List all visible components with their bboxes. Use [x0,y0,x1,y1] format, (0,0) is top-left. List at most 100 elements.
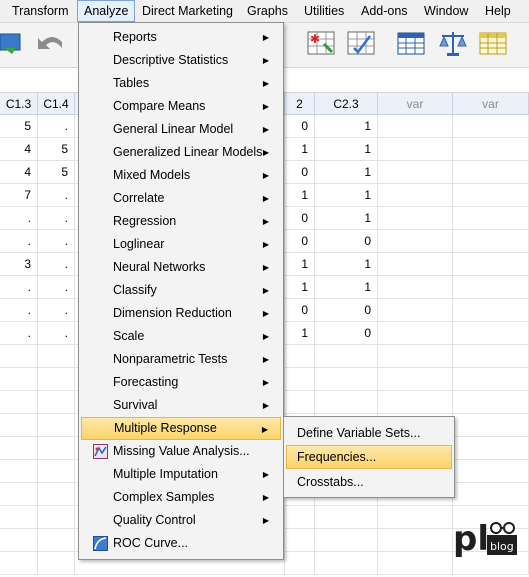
grid-cell[interactable]: . [0,276,38,299]
menu-analyze[interactable]: Analyze [77,0,136,22]
grid-cell[interactable]: 1 [315,276,378,299]
analyze-menu-item[interactable]: Scale ▶ [81,325,281,348]
grid-cell[interactable]: . [0,299,38,322]
column-header[interactable]: var [378,93,453,115]
grid-cell-empty[interactable] [453,276,529,299]
grid-cell[interactable]: 1 [315,138,378,161]
grid-cell-empty[interactable] [378,391,453,414]
grid-cell-empty[interactable] [378,345,453,368]
column-header[interactable]: 2 [285,93,315,115]
balance-icon[interactable] [438,28,468,58]
grid-cell[interactable]: . [38,253,75,276]
analyze-menu-item[interactable]: Neural Networks ▶ [81,256,281,279]
grid-cell[interactable]: 1 [285,276,315,299]
grid-cell-empty[interactable] [0,460,38,483]
grid-cell[interactable]: . [0,322,38,345]
analyze-menu-item[interactable]: Nonparametric Tests ▶ [81,348,281,371]
column-header[interactable]: C1.3 [0,93,38,115]
grid-cell[interactable]: 0 [285,230,315,253]
grid-cell-empty[interactable] [378,161,453,184]
grid-cell[interactable]: . [38,207,75,230]
grid-cell[interactable]: 1 [285,253,315,276]
grid-cell-empty[interactable] [285,506,315,529]
grid-cell[interactable]: 1 [285,184,315,207]
menu-window[interactable]: Window [418,0,474,22]
grid-cell-empty[interactable] [38,391,75,414]
grid-cell-empty[interactable] [453,138,529,161]
grid-cell-empty[interactable] [315,368,378,391]
value-labels-icon[interactable] [396,28,426,58]
grid-cell-empty[interactable] [0,529,38,552]
grid-cell-empty[interactable] [285,368,315,391]
grid-cell-empty[interactable] [378,184,453,207]
submenu-frequencies[interactable]: Frequencies... [286,445,452,469]
analyze-menu-item[interactable]: Compare Means ▶ [81,95,281,118]
menu-utilities[interactable]: Utilities [298,0,350,22]
grid-cell[interactable]: 5 [0,115,38,138]
grid-cell-empty[interactable] [0,391,38,414]
select-cases-icon[interactable]: ✱ [306,28,336,58]
analyze-menu-item[interactable]: Descriptive Statistics ▶ [81,49,281,72]
analyze-menu-item[interactable]: Classify ▶ [81,279,281,302]
grid-cell[interactable]: 3 [0,253,38,276]
grid-cell-empty[interactable] [38,552,75,575]
grid-cell-empty[interactable] [315,391,378,414]
grid-cell-empty[interactable] [38,529,75,552]
grid-cell-empty[interactable] [378,368,453,391]
grid-cell-empty[interactable] [453,437,529,460]
submenu-crosstabs[interactable]: Crosstabs... [286,470,452,494]
grid-cell-empty[interactable] [378,299,453,322]
analyze-menu-item[interactable]: Generalized Linear Models ▶ [81,141,281,164]
grid-cell-empty[interactable] [0,414,38,437]
grid-cell[interactable]: 7 [0,184,38,207]
undo-icon[interactable] [36,28,66,58]
analyze-menu-item[interactable]: Regression ▶ [81,210,281,233]
grid-cell[interactable]: 4 [0,138,38,161]
analyze-menu-item[interactable]: Correlate ▶ [81,187,281,210]
grid-cell[interactable]: . [0,207,38,230]
analyze-menu-item[interactable]: Quality Control ▶ [81,509,281,532]
analyze-menu-item[interactable]: Reports ▶ [81,26,281,49]
open-data-icon[interactable] [0,28,30,58]
grid-cell-empty[interactable] [0,506,38,529]
grid-cell[interactable]: 5 [38,138,75,161]
grid-cell-empty[interactable] [285,391,315,414]
analyze-menu-item[interactable]: Survival ▶ [81,394,281,417]
analyze-menu-item[interactable]: ROC Curve... [81,532,281,555]
grid-cell-empty[interactable] [453,184,529,207]
analyze-menu-item[interactable]: Missing Value Analysis... [81,440,281,463]
grid-cell[interactable]: 1 [285,322,315,345]
grid-cell-empty[interactable] [38,460,75,483]
weight-cases-icon[interactable] [346,28,376,58]
grid-cell-empty[interactable] [285,552,315,575]
grid-cell-empty[interactable] [285,529,315,552]
grid-cell-empty[interactable] [378,322,453,345]
grid-cell-empty[interactable] [0,345,38,368]
grid-cell[interactable]: 4 [0,161,38,184]
analyze-menu-item[interactable]: Multiple Imputation ▶ [81,463,281,486]
grid-cell-empty[interactable] [315,552,378,575]
column-header[interactable]: C2.3 [315,93,378,115]
grid-cell[interactable]: 0 [315,230,378,253]
grid-cell-empty[interactable] [453,299,529,322]
grid-cell[interactable]: . [38,230,75,253]
grid-cell-empty[interactable] [453,115,529,138]
grid-cell-empty[interactable] [38,368,75,391]
analyze-menu-item[interactable]: Dimension Reduction ▶ [81,302,281,325]
analyze-menu-item[interactable]: Tables ▶ [81,72,281,95]
grid-cell-empty[interactable] [453,161,529,184]
grid-cell-empty[interactable] [38,506,75,529]
grid-cell-empty[interactable] [38,345,75,368]
grid-cell-empty[interactable] [38,414,75,437]
grid-cell[interactable]: 0 [285,115,315,138]
grid-cell-empty[interactable] [453,322,529,345]
grid-cell-empty[interactable] [378,253,453,276]
grid-cell[interactable]: . [38,276,75,299]
grid-cell[interactable]: 1 [315,207,378,230]
grid-cell[interactable]: 0 [285,207,315,230]
grid-cell-empty[interactable] [378,506,453,529]
grid-cell-empty[interactable] [378,207,453,230]
grid-cell[interactable]: . [0,230,38,253]
grid-cell-empty[interactable] [0,368,38,391]
grid-cell[interactable]: . [38,322,75,345]
